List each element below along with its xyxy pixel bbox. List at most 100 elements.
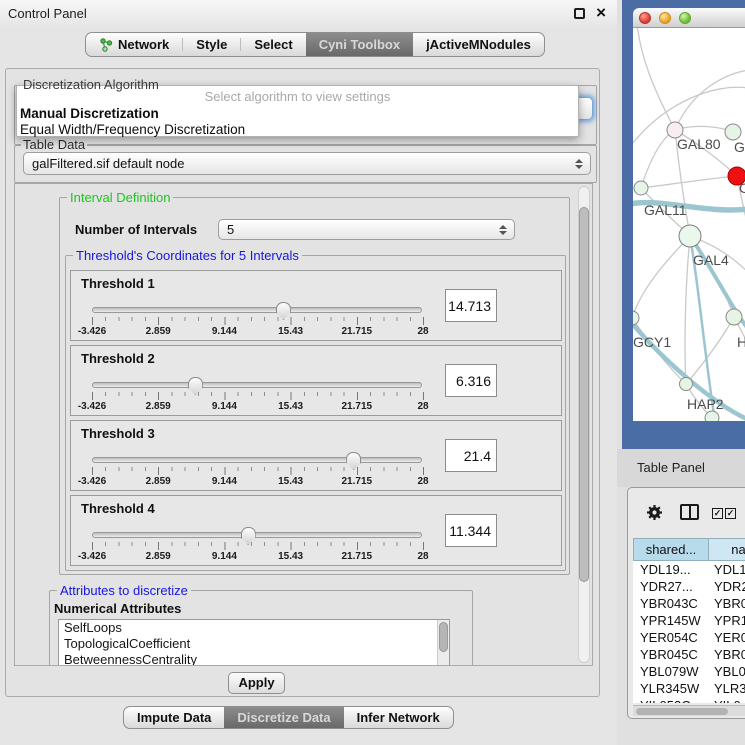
list-item[interactable]: SelfLoops — [59, 620, 449, 636]
node-label-gal80: GAL80 — [677, 136, 721, 152]
scale-label: 2.859 — [146, 476, 171, 487]
table-row[interactable]: YBR043CYBR0 — [633, 595, 745, 612]
node-gal11[interactable] — [634, 181, 648, 195]
close-icon[interactable]: × — [596, 3, 606, 23]
threshold-3-panel: Threshold 3 -3.426 2.859 9.144 15.43 21.… — [70, 420, 562, 491]
column-header-name[interactable]: na — [709, 538, 745, 561]
network-window-titlebar — [633, 8, 745, 28]
scrollbar-thumb[interactable] — [579, 207, 589, 582]
list-item[interactable]: BetweennessCentrality — [59, 652, 449, 666]
control-panel-titlebar: Control Panel × — [0, 0, 617, 26]
scale-label: 15.43 — [278, 326, 303, 337]
threshold-4-slider[interactable] — [92, 532, 422, 538]
settings-scrollbar[interactable] — [578, 186, 590, 663]
minimize-traffic-light-icon[interactable] — [659, 12, 671, 24]
slider-major-ticks — [92, 317, 424, 325]
app-root: Control Panel × Network Style Select Cyn… — [0, 0, 745, 745]
table-panel-widget: ✓ ✓ shared... na YDL19...YDL1 YDR27...YD… — [627, 487, 745, 719]
horizontal-scrollbar[interactable] — [633, 705, 745, 716]
column-header-shared[interactable]: shared... — [633, 538, 709, 561]
number-of-intervals-label: Number of Intervals — [75, 222, 197, 237]
table-data-title: Table Data — [21, 137, 87, 152]
checkbox-icon[interactable]: ✓ — [712, 508, 723, 519]
close-traffic-light-icon[interactable] — [639, 12, 651, 24]
float-window-icon[interactable] — [574, 8, 585, 19]
cell: YIL052C — [633, 697, 709, 703]
table-header-row: shared... na — [633, 538, 745, 561]
checkbox-icon[interactable]: ✓ — [725, 508, 736, 519]
threshold-4-panel: Threshold 4 -3.426 2.859 9.144 15.43 21.… — [70, 495, 562, 566]
cell: YPR1 — [709, 612, 745, 629]
threshold-1-slider[interactable] — [92, 307, 422, 313]
tab-infer-network[interactable]: Infer Network — [344, 707, 453, 728]
tab-select[interactable]: Select — [241, 33, 305, 56]
apply-button[interactable]: Apply — [228, 672, 285, 694]
tab-infer-network-label: Infer Network — [357, 710, 440, 725]
slider-major-ticks — [92, 467, 424, 475]
cell: YPR145W — [633, 612, 709, 629]
tab-network[interactable]: Network — [86, 33, 182, 56]
gear-icon[interactable] — [646, 504, 663, 521]
threshold-3-slider[interactable] — [92, 457, 422, 463]
slider-scale-labels: -3.426 2.859 9.144 15.43 21.715 28 — [92, 401, 423, 413]
node-hap2[interactable] — [680, 378, 693, 391]
table-row[interactable]: YER054CYER0 — [633, 629, 745, 646]
number-of-intervals-select[interactable]: 5 — [218, 219, 515, 240]
right-panel: GAL80 GA GAL11 C GAL4 GCY1 H HAP2 Table … — [617, 0, 745, 745]
cell: YER054C — [633, 629, 709, 646]
list-item[interactable]: TopologicalCoefficient — [59, 636, 449, 652]
table-row[interactable]: YIL052CYIL0 — [633, 697, 745, 703]
scale-label: 2.859 — [146, 326, 171, 337]
tab-impute-data-label: Impute Data — [137, 710, 211, 725]
table-row[interactable]: YDL19...YDL1 — [633, 561, 745, 578]
cell: YIL0 — [709, 697, 741, 703]
threshold-4-value-field[interactable] — [445, 514, 497, 547]
node-gal4[interactable] — [679, 225, 701, 247]
scale-label: 21.715 — [342, 401, 373, 412]
node-label-gcy1: GCY1 — [633, 334, 671, 350]
threshold-1-label: Threshold 1 — [81, 276, 155, 291]
node-label-c: C — [739, 180, 745, 196]
slider-major-ticks — [92, 392, 424, 400]
tab-discretize-data[interactable]: Discretize Data — [224, 707, 343, 728]
zoom-traffic-light-icon[interactable] — [679, 12, 691, 24]
threshold-2-value-field[interactable] — [445, 364, 497, 397]
interval-definition-title: Interval Definition — [67, 190, 173, 205]
table-row[interactable]: YPR145WYPR1 — [633, 612, 745, 629]
table-row[interactable]: YBR045CYBR0 — [633, 646, 745, 663]
threshold-3-value-field[interactable] — [445, 439, 497, 472]
tab-impute-data[interactable]: Impute Data — [124, 707, 224, 728]
threshold-1-value-field[interactable] — [445, 289, 497, 322]
scale-label: -3.426 — [78, 401, 106, 412]
settings-scroll-area: Interval Definition Number of Intervals … — [14, 183, 593, 666]
table-data-select[interactable]: galFiltered.sif default node — [23, 152, 591, 175]
scale-label: 2.859 — [146, 401, 171, 412]
scale-label: 28 — [417, 476, 428, 487]
list-scrollbar[interactable] — [437, 620, 449, 666]
table-row[interactable]: YLR345WYLR3 — [633, 680, 745, 697]
number-of-intervals-value: 5 — [227, 222, 234, 237]
node-right-h[interactable] — [726, 309, 742, 325]
threshold-2-panel: Threshold 2 -3.426 2.859 9.144 15.43 21.… — [70, 345, 562, 416]
discretization-algorithm-title: Discretization Algorithm — [23, 77, 159, 92]
threshold-2-slider[interactable] — [92, 382, 422, 388]
node-top-right[interactable] — [725, 124, 741, 140]
algorithm-option-equal-width[interactable]: Equal Width/Frequency Discretization — [17, 122, 578, 138]
network-canvas[interactable]: GAL80 GA GAL11 C GAL4 GCY1 H HAP2 — [633, 28, 745, 421]
table-row[interactable]: YDR27...YDR2 — [633, 578, 745, 595]
table-row[interactable]: YBL079WYBL0 — [633, 663, 745, 680]
tab-style[interactable]: Style — [183, 33, 240, 56]
split-table-icon[interactable] — [680, 504, 699, 520]
node-bottom[interactable] — [705, 411, 719, 421]
thresholds-section: Threshold's Coordinates for 5 Intervals … — [65, 255, 566, 571]
node-gcy1[interactable] — [633, 311, 639, 325]
scrollbar-thumb[interactable] — [439, 622, 448, 652]
cell: YLR3 — [709, 680, 745, 697]
tab-jactivemnodules[interactable]: jActiveMNodules — [413, 33, 544, 56]
scale-label: -3.426 — [78, 551, 106, 562]
tab-cyni-toolbox[interactable]: Cyni Toolbox — [306, 33, 413, 56]
control-panel-tabs: Network Style Select Cyni Toolbox jActiv… — [85, 32, 545, 57]
algorithm-option-manual[interactable]: Manual Discretization — [17, 106, 578, 122]
scrollbar-thumb[interactable] — [636, 708, 728, 715]
numerical-attributes-list[interactable]: SelfLoops TopologicalCoefficient Between… — [58, 619, 450, 666]
